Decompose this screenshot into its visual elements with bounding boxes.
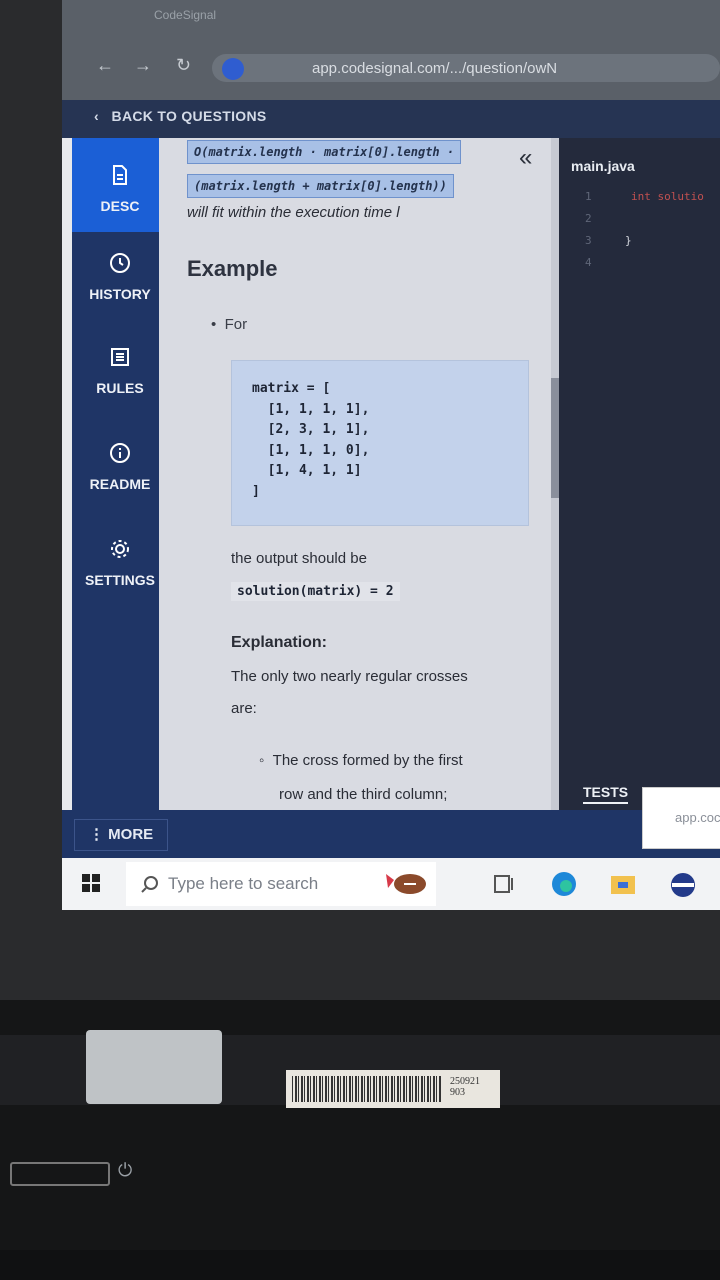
search-placeholder: Type here to search (168, 874, 319, 893)
clock-icon (110, 253, 130, 273)
solution-code: solution(matrix) = 2 (231, 582, 400, 601)
tab-title[interactable]: CodeSignal (154, 8, 216, 22)
for-bullet: • For (211, 316, 248, 333)
matrix-code: matrix = [ [1, 1, 1, 1], [2, 3, 1, 1], [… (252, 381, 370, 499)
complexity-code-line-1: O(matrix.length · matrix[0].length · (187, 140, 462, 164)
sidebar-item-label: HISTORY (89, 286, 151, 302)
more-button[interactable]: ⋮ MORE (74, 819, 168, 851)
code-editor[interactable]: main.java 1 2 3 4 int solutio } TESTS (559, 138, 720, 810)
gear-icon (111, 540, 129, 558)
info-icon (110, 443, 130, 463)
taskbar-search-box[interactable]: Type here to search (126, 862, 436, 906)
screen: CodeSignal ← → ↻ app.codesignal.com/.../… (62, 0, 720, 910)
indicator-slot (10, 1162, 110, 1186)
code-line-3[interactable]: } (625, 234, 632, 247)
back-to-questions-label: BACK TO QUESTIONS (111, 108, 267, 124)
sidebar-item-label: README (89, 476, 151, 492)
file-tab[interactable]: main.java (571, 158, 635, 174)
task-view-icon[interactable] (494, 874, 516, 894)
complexity-code-line-2: (matrix.length + matrix[0].length)) (187, 174, 454, 198)
fit-text: will fit within the execution time l (187, 204, 400, 221)
description-panel: O(matrix.length · matrix[0].length · « (… (159, 138, 559, 810)
back-arrow-icon[interactable]: ← (96, 55, 114, 76)
tab-tests[interactable]: TESTS (583, 784, 629, 804)
sticker-line-1: 250921 (450, 1076, 480, 1087)
collapse-panel-icon[interactable]: « (519, 144, 532, 172)
popup-text: app.coc (675, 810, 720, 825)
output-text: the output should be (231, 550, 367, 567)
file-explorer-icon[interactable] (610, 872, 636, 896)
sidebar-item-desc[interactable]: DESC (72, 138, 168, 232)
back-to-questions-link[interactable]: ‹ BACK TO QUESTIONS (94, 108, 267, 124)
notification-popup[interactable]: app.coc (642, 787, 720, 849)
reload-icon[interactable]: ↻ (176, 55, 191, 76)
description-scrollbar-thumb[interactable] (551, 378, 559, 498)
list-icon (111, 348, 129, 366)
forward-arrow-icon[interactable]: → (134, 55, 152, 76)
sidebar-item-label: DESC (100, 198, 140, 214)
matrix-code-block: matrix = [ [1, 1, 1, 1], [2, 3, 1, 1], [… (231, 360, 529, 526)
search-icon (141, 876, 158, 893)
line-number: 4 (585, 256, 592, 269)
line-number: 2 (585, 212, 592, 225)
line-number: 3 (585, 234, 592, 247)
sidebar-item-settings[interactable]: SETTINGS (72, 538, 168, 588)
line-number: 1 (585, 190, 592, 203)
keyboard-edge (0, 1250, 720, 1280)
barcode (292, 1076, 442, 1102)
explanation-heading: Explanation: (231, 634, 328, 651)
sidebar: DESC HISTORY RULES README SETTINGS (72, 138, 168, 810)
code-line-1[interactable]: int solutio (631, 190, 704, 203)
sub-bullet: ◦ The cross formed by the first (259, 752, 463, 769)
url-text[interactable]: app.codesignal.com/.../question/owN (312, 60, 557, 77)
windows-start-icon[interactable] (82, 874, 100, 892)
sidebar-item-label: RULES (96, 380, 144, 396)
sidebar-item-label: SETTINGS (84, 572, 155, 588)
hinge-cap (86, 1030, 222, 1104)
sidebar-item-rules[interactable]: RULES (72, 346, 168, 396)
more-label: MORE (108, 826, 154, 843)
for-label: For (224, 316, 248, 333)
sidebar-item-history[interactable]: HISTORY (72, 252, 168, 302)
sticker-line-2: 903 (450, 1087, 465, 1098)
explanation-line-2: are: (231, 700, 257, 717)
football-icon (386, 874, 426, 894)
edge-browser-icon[interactable] (550, 870, 578, 898)
power-icon: ⏻ (118, 1160, 133, 1180)
example-heading: Example (187, 256, 278, 281)
explanation-line-1: The only two nearly regular crosses (231, 668, 468, 685)
app-icon[interactable] (670, 872, 696, 898)
barcode-sticker: 250921 903 (286, 1070, 500, 1108)
sidebar-item-readme[interactable]: README (72, 442, 168, 492)
document-icon (113, 165, 127, 185)
sticker-text: 250921 903 (450, 1076, 480, 1098)
sub-bullet-line-2: row and the third column; (279, 786, 448, 803)
site-info-icon[interactable] (222, 58, 244, 80)
browser-toolbar: CodeSignal ← → ↻ app.codesignal.com/.../… (62, 0, 720, 100)
sub-bullet-line-1: The cross formed by the first (272, 752, 463, 769)
